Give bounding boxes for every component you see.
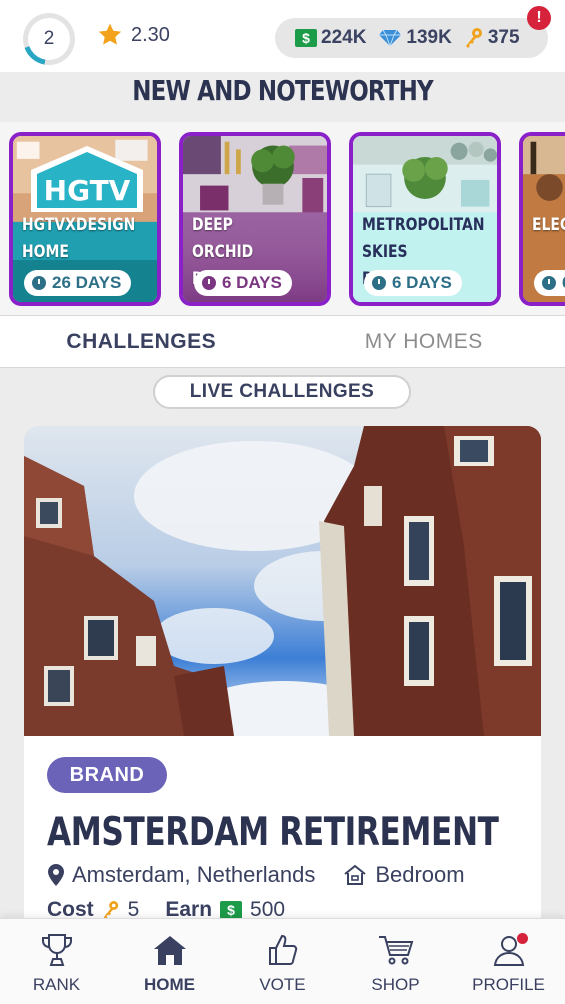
challenge-room: Bedroom	[375, 862, 465, 887]
nav-shop-label: SHOP	[371, 975, 420, 994]
days-text-deep-orchid: 6 DAYS	[222, 273, 282, 292]
days-badge-hgtv: 26 DAYS	[24, 270, 132, 296]
tab-challenges[interactable]: CHALLENGES	[0, 316, 283, 367]
diamond-icon	[379, 29, 402, 47]
cash-icon: $	[220, 901, 243, 919]
top-status-bar: 2 2.30 $ 224K 139K 375 !	[0, 0, 565, 72]
location-pin-icon	[48, 864, 64, 886]
challenge-location: Amsterdam, Netherlands	[72, 862, 316, 887]
level-number: 2	[28, 18, 70, 60]
clock-icon	[32, 276, 46, 290]
nav-profile-label: PROFILE	[472, 975, 545, 994]
key-value: 375	[487, 27, 520, 48]
notification-alert-badge[interactable]: !	[527, 6, 551, 30]
nav-rank-label: RANK	[32, 975, 81, 994]
bottom-navigation: RANK HOME VOTE SHOP PROFILE	[0, 918, 565, 1004]
level-indicator[interactable]: 2	[23, 13, 75, 65]
nav-vote-label: VOTE	[259, 975, 306, 994]
rating-value: 2.30	[131, 23, 170, 46]
star-icon	[98, 23, 122, 45]
key-balance: 375	[464, 27, 520, 49]
cash-value: 224K	[321, 27, 367, 48]
house-icon	[344, 864, 366, 885]
nav-profile[interactable]: PROFILE	[452, 919, 565, 1004]
challenge-title: AMSTERDAM RETIREMENT	[47, 810, 499, 855]
noteworthy-carousel[interactable]: HGTV HGTVxDESIGN HOME 26 DAYS	[0, 122, 565, 316]
hgtv-logo: HGTV	[31, 146, 143, 212]
nav-home-label: HOME	[144, 975, 195, 994]
noteworthy-card-metropolitan-skies[interactable]: METROPOLITAN SKIES BUNDLE 6 DAYS	[349, 132, 501, 306]
days-text-hgtv: 26 DAYS	[52, 273, 122, 292]
hgtv-logo-text: HGTV	[44, 174, 131, 207]
challenge-card[interactable]: BRAND AMSTERDAM RETIREMENT Amsterdam, Ne…	[24, 426, 541, 946]
noteworthy-card-hgtv[interactable]: HGTV HGTVxDESIGN HOME 26 DAYS	[9, 132, 161, 306]
challenge-photo	[24, 426, 541, 736]
live-challenges-button[interactable]: LIVE CHALLENGES	[153, 375, 411, 409]
brand-badge: BRAND	[47, 757, 167, 793]
cash-balance: $ 224K	[295, 27, 366, 49]
nav-vote[interactable]: VOTE	[226, 919, 339, 1004]
clock-icon	[372, 276, 386, 290]
diamond-balance: 139K	[378, 27, 452, 49]
noteworthy-card-deep-orchid[interactable]: DEEP ORCHID BUNDLE 6 DAYS	[179, 132, 331, 306]
days-badge-deep-orchid: 6 DAYS	[194, 270, 292, 296]
currency-bar[interactable]: $ 224K 139K 375	[275, 18, 548, 58]
cash-icon: $	[295, 29, 317, 47]
days-badge-elec: 6	[534, 270, 565, 296]
profile-notification-dot	[517, 933, 528, 944]
diamond-value: 139K	[406, 27, 452, 48]
key-icon	[465, 28, 482, 48]
tab-my-homes[interactable]: MY HOMES	[283, 316, 565, 367]
nav-shop[interactable]: SHOP	[339, 919, 452, 1004]
clock-icon	[202, 276, 216, 290]
home-icon	[153, 936, 186, 965]
room-type: Bedroom	[343, 862, 465, 888]
challenge-meta: Amsterdam, Netherlands Bedroom	[48, 862, 465, 888]
card-label-hgtv: HGTVxDESIGN HOME	[22, 215, 136, 262]
key-icon	[103, 901, 118, 919]
days-badge-metropolitan: 6 DAYS	[364, 270, 462, 296]
nav-home[interactable]: HOME	[113, 919, 226, 1004]
thumbs-up-icon	[268, 934, 297, 965]
clock-icon	[542, 276, 556, 290]
days-text-metropolitan: 6 DAYS	[392, 273, 452, 292]
nav-rank[interactable]: RANK	[0, 919, 113, 1004]
card-label-elec: ELEC BUN	[532, 215, 565, 235]
trophy-icon	[41, 934, 72, 966]
section-title-noteworthy: NEW AND NOTEWORTHY	[132, 74, 433, 107]
main-tabs: CHALLENGES MY HOMES	[0, 316, 565, 368]
noteworthy-card-elec[interactable]: ELEC BUN 6	[519, 132, 565, 306]
rating-display: 2.30	[97, 22, 170, 48]
shopping-cart-icon	[378, 936, 413, 965]
